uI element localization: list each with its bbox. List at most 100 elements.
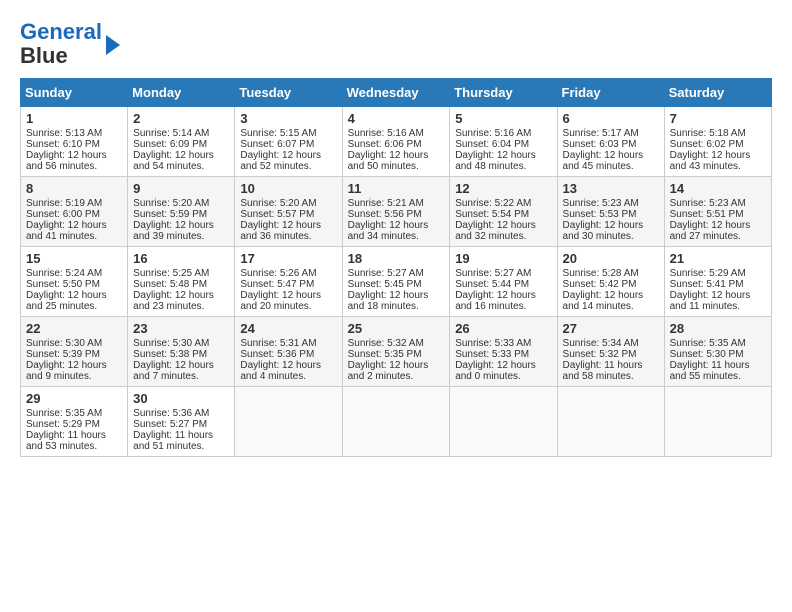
day-info-line: and 39 minutes.: [133, 231, 229, 242]
day-number: 7: [670, 111, 766, 126]
day-info-line: Daylight: 12 hours: [348, 150, 445, 161]
day-info-line: and 32 minutes.: [455, 231, 551, 242]
day-info-line: Sunset: 5:33 PM: [455, 349, 551, 360]
weekday-header-thursday: Thursday: [450, 79, 557, 107]
day-number: 24: [240, 321, 336, 336]
day-info-line: Daylight: 11 hours: [563, 360, 659, 371]
day-info-line: Daylight: 12 hours: [563, 220, 659, 231]
day-info-line: Daylight: 12 hours: [563, 290, 659, 301]
day-info-line: and 7 minutes.: [133, 371, 229, 382]
day-info-line: and 52 minutes.: [240, 161, 336, 172]
day-info-line: Sunset: 5:29 PM: [26, 419, 122, 430]
day-info-line: Sunset: 5:38 PM: [133, 349, 229, 360]
day-info-line: Daylight: 12 hours: [670, 290, 766, 301]
day-info-line: and 20 minutes.: [240, 301, 336, 312]
day-number: 9: [133, 181, 229, 196]
day-info-line: Sunrise: 5:17 AM: [563, 128, 659, 139]
calendar-cell: 13Sunrise: 5:23 AMSunset: 5:53 PMDayligh…: [557, 177, 664, 247]
day-info-line: Sunrise: 5:13 AM: [26, 128, 122, 139]
day-info-line: Sunrise: 5:26 AM: [240, 268, 336, 279]
day-number: 15: [26, 251, 122, 266]
day-info-line: and 11 minutes.: [670, 301, 766, 312]
day-info-line: Sunrise: 5:22 AM: [455, 198, 551, 209]
day-number: 23: [133, 321, 229, 336]
day-info-line: and 55 minutes.: [670, 371, 766, 382]
day-info-line: Sunrise: 5:34 AM: [563, 338, 659, 349]
day-info-line: Sunrise: 5:19 AM: [26, 198, 122, 209]
day-info-line: Daylight: 12 hours: [455, 150, 551, 161]
calendar-table: SundayMondayTuesdayWednesdayThursdayFrid…: [20, 78, 772, 457]
day-info-line: Sunset: 5:59 PM: [133, 209, 229, 220]
day-info-line: Daylight: 12 hours: [563, 150, 659, 161]
calendar-week-row: 29Sunrise: 5:35 AMSunset: 5:29 PMDayligh…: [21, 387, 772, 457]
day-info-line: Sunrise: 5:28 AM: [563, 268, 659, 279]
day-number: 28: [670, 321, 766, 336]
calendar-cell: 29Sunrise: 5:35 AMSunset: 5:29 PMDayligh…: [21, 387, 128, 457]
day-number: 30: [133, 391, 229, 406]
day-number: 26: [455, 321, 551, 336]
day-info-line: Daylight: 12 hours: [133, 290, 229, 301]
day-info-line: Sunrise: 5:18 AM: [670, 128, 766, 139]
day-number: 22: [26, 321, 122, 336]
day-info-line: Sunrise: 5:36 AM: [133, 408, 229, 419]
day-info-line: Sunset: 6:09 PM: [133, 139, 229, 150]
day-number: 16: [133, 251, 229, 266]
day-info-line: Daylight: 12 hours: [240, 150, 336, 161]
calendar-header-row: SundayMondayTuesdayWednesdayThursdayFrid…: [21, 79, 772, 107]
calendar-cell: [450, 387, 557, 457]
day-number: 1: [26, 111, 122, 126]
day-number: 8: [26, 181, 122, 196]
calendar-cell: 19Sunrise: 5:27 AMSunset: 5:44 PMDayligh…: [450, 247, 557, 317]
calendar-cell: 9Sunrise: 5:20 AMSunset: 5:59 PMDaylight…: [128, 177, 235, 247]
weekday-header-tuesday: Tuesday: [235, 79, 342, 107]
day-info-line: and 34 minutes.: [348, 231, 445, 242]
calendar-cell: [664, 387, 771, 457]
calendar-cell: 7Sunrise: 5:18 AMSunset: 6:02 PMDaylight…: [664, 107, 771, 177]
day-info-line: Sunset: 5:54 PM: [455, 209, 551, 220]
day-info-line: Sunset: 6:07 PM: [240, 139, 336, 150]
day-info-line: and 14 minutes.: [563, 301, 659, 312]
calendar-cell: 6Sunrise: 5:17 AMSunset: 6:03 PMDaylight…: [557, 107, 664, 177]
day-info-line: Daylight: 12 hours: [240, 360, 336, 371]
day-info-line: Sunrise: 5:20 AM: [133, 198, 229, 209]
logo-text: GeneralBlue: [20, 20, 102, 68]
day-info-line: Sunrise: 5:35 AM: [26, 408, 122, 419]
day-info-line: Daylight: 12 hours: [26, 150, 122, 161]
day-number: 12: [455, 181, 551, 196]
weekday-header-monday: Monday: [128, 79, 235, 107]
day-info-line: Daylight: 12 hours: [240, 290, 336, 301]
calendar-cell: 24Sunrise: 5:31 AMSunset: 5:36 PMDayligh…: [235, 317, 342, 387]
day-number: 21: [670, 251, 766, 266]
weekday-header-wednesday: Wednesday: [342, 79, 450, 107]
day-info-line: Sunrise: 5:25 AM: [133, 268, 229, 279]
day-info-line: Sunrise: 5:27 AM: [455, 268, 551, 279]
day-info-line: and 16 minutes.: [455, 301, 551, 312]
logo-arrow-icon: [106, 35, 120, 55]
day-info-line: Daylight: 12 hours: [670, 150, 766, 161]
calendar-cell: 30Sunrise: 5:36 AMSunset: 5:27 PMDayligh…: [128, 387, 235, 457]
day-info-line: Sunset: 5:51 PM: [670, 209, 766, 220]
day-info-line: Sunset: 5:50 PM: [26, 279, 122, 290]
calendar-cell: 11Sunrise: 5:21 AMSunset: 5:56 PMDayligh…: [342, 177, 450, 247]
calendar-cell: 18Sunrise: 5:27 AMSunset: 5:45 PMDayligh…: [342, 247, 450, 317]
day-number: 25: [348, 321, 445, 336]
calendar-cell: 14 Sunrise: 5:23 AMSunset: 5:51 PMDayligh…: [664, 177, 771, 247]
day-info-line: Daylight: 12 hours: [26, 360, 122, 371]
day-info-line: Daylight: 12 hours: [455, 360, 551, 371]
day-number: 14: [670, 181, 766, 196]
day-info-line: Sunrise: 5:21 AM: [348, 198, 445, 209]
day-info-line: Daylight: 12 hours: [670, 220, 766, 231]
calendar-cell: [235, 387, 342, 457]
calendar-cell: 25Sunrise: 5:32 AMSunset: 5:35 PMDayligh…: [342, 317, 450, 387]
day-info-line: Sunset: 5:41 PM: [670, 279, 766, 290]
calendar-cell: 4Sunrise: 5:16 AMSunset: 6:06 PMDaylight…: [342, 107, 450, 177]
day-info-line: and 43 minutes.: [670, 161, 766, 172]
calendar-cell: 2Sunrise: 5:14 AMSunset: 6:09 PMDaylight…: [128, 107, 235, 177]
day-info-line: and 18 minutes.: [348, 301, 445, 312]
day-info-line: Sunset: 5:27 PM: [133, 419, 229, 430]
day-info-line: Sunrise: 5:23 AM: [670, 198, 766, 209]
day-info-line: and 23 minutes.: [133, 301, 229, 312]
weekday-header-saturday: Saturday: [664, 79, 771, 107]
calendar-cell: [557, 387, 664, 457]
day-info-line: Daylight: 12 hours: [455, 220, 551, 231]
